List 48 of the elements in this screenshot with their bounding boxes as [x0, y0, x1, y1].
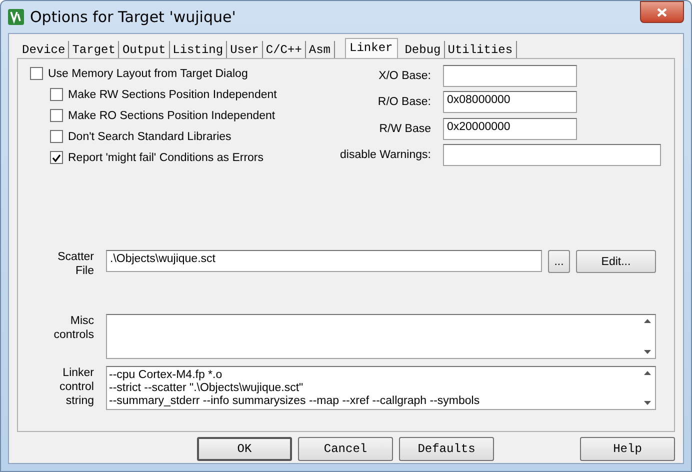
- checkbox-label: Report 'might fail' Conditions as Errors: [68, 152, 264, 164]
- checkbox-label: Use Memory Layout from Target Dialog: [48, 68, 248, 80]
- field-label: control: [58, 380, 94, 394]
- checkbox-label: Don't Search Standard Libraries: [68, 130, 232, 142]
- field-label: File: [74, 264, 94, 278]
- checkbox-label: Make RO Sections Position Independent: [68, 110, 276, 122]
- input-field[interactable]: [442, 65, 577, 88]
- checkbox-label: Make RW Sections Position Independent: [68, 88, 277, 100]
- field-label: disable Warnings:: [340, 148, 431, 161]
- dialog-button[interactable]: Defaults: [399, 437, 494, 461]
- text-line: --summary_stderr --info summarysizes --map --xref --callgraph --symbols: [109, 395, 481, 408]
- tab[interactable]: Linker: [344, 38, 398, 58]
- text-area[interactable]: [106, 314, 656, 359]
- input-field[interactable]: .\Objects\wujique.sct: [106, 250, 542, 272]
- edit-button[interactable]: Edit...: [576, 250, 656, 273]
- browse-button[interactable]: ...: [548, 250, 570, 273]
- field-label: string: [64, 394, 94, 408]
- app-logo-icon: [8, 9, 24, 25]
- close-button[interactable]: [640, 1, 684, 23]
- dialog-button[interactable]: Help: [580, 437, 675, 461]
- tab[interactable]: Asm: [306, 41, 335, 58]
- field-label: R/O Base:: [376, 96, 431, 108]
- field-label: controls: [52, 328, 94, 342]
- text-area[interactable]: --cpu Cortex-M4.fp *.o --strict --scatter ".\Objects\wujique.sct" --summary_stderr --info summarysizes --map --xref --callgraph --symbols: [106, 366, 656, 410]
- scroll-down-icon[interactable]: [644, 401, 650, 405]
- checkbox[interactable]: [30, 67, 43, 80]
- text-line: --strict --scatter ".\Objects\wujique.sct": [109, 382, 304, 395]
- input-field[interactable]: 0x08000000: [442, 91, 577, 114]
- scroll-up-icon[interactable]: [644, 319, 650, 323]
- checkbox[interactable]: [50, 88, 63, 101]
- field-label: R/W Base: [378, 122, 431, 135]
- tab[interactable]: Listing: [170, 41, 228, 58]
- text-line: --cpu Cortex-M4.fp *.o: [109, 369, 224, 382]
- field-label: Linker: [62, 366, 94, 380]
- checkbox[interactable]: [50, 109, 63, 122]
- checkbox[interactable]: [50, 130, 63, 143]
- checkbox[interactable]: [50, 151, 63, 164]
- field-label: Scatter: [56, 250, 94, 264]
- window-title: Options for Target 'wujique': [30, 8, 236, 26]
- scroll-up-icon[interactable]: [644, 371, 650, 375]
- input-field[interactable]: 0x20000000: [442, 118, 577, 140]
- scroll-down-icon[interactable]: [644, 350, 650, 354]
- close-icon: [657, 8, 667, 16]
- field-label: Misc: [69, 314, 94, 328]
- dialog-button[interactable]: Cancel: [298, 437, 393, 461]
- dialog-button[interactable]: OK: [197, 437, 292, 461]
- field-label: X/O Base:: [378, 70, 431, 82]
- input-field[interactable]: [442, 144, 661, 166]
